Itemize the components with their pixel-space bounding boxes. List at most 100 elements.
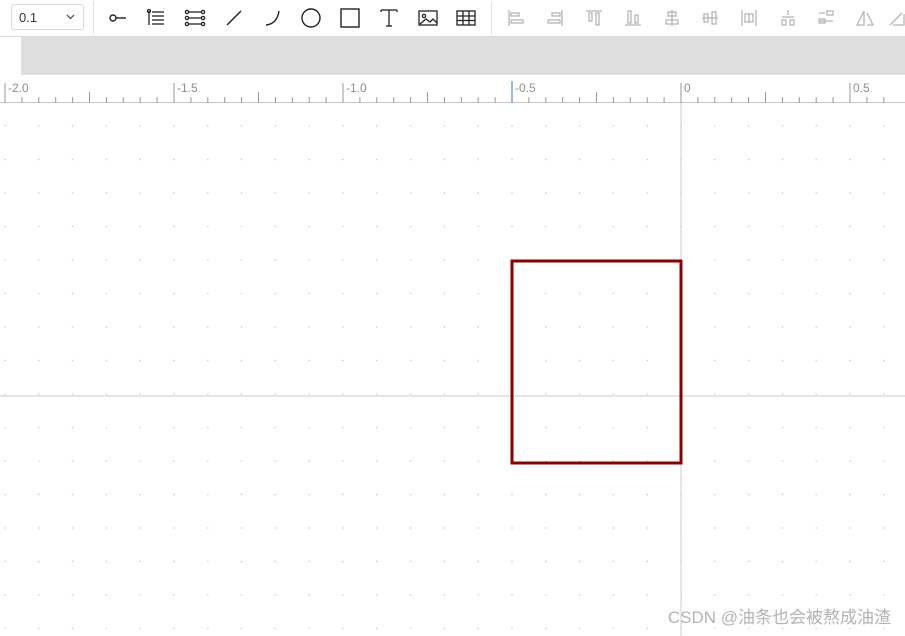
active-tab[interactable] [0,37,21,75]
grid-dot [375,527,378,529]
rectangle-tool[interactable] [335,4,365,32]
grid-dot [71,594,74,596]
align-left-tool[interactable] [501,4,531,32]
align-right-icon [547,10,563,26]
grid-dot [342,158,344,161]
grid-dot [781,393,784,395]
grid-dot [815,225,818,228]
image-tool[interactable] [413,4,443,32]
flip-vertical-tool[interactable] [882,4,905,32]
grid-dot [443,292,446,295]
connector-point-tool[interactable] [103,4,133,32]
grid-dot [646,158,649,161]
grid-dot [342,259,344,261]
text-icon [380,9,398,27]
grid-dot [612,560,615,563]
grid-dot [781,359,784,362]
grid-dot [37,393,40,395]
grid-dot [173,426,175,429]
grid-dot [713,426,716,429]
grid-dot [240,125,243,127]
list-tree-double-tool[interactable] [180,4,210,32]
align-bottom-tool[interactable] [618,4,648,32]
grid-dot [544,527,547,529]
grid-dot [815,158,818,161]
align-center-horizontal-tool[interactable] [657,4,687,32]
grid-dot [37,192,40,194]
grid-dot [815,393,818,395]
grid-dot [849,560,851,563]
distribute-horizontal-tool[interactable] [734,4,764,32]
grid-dot [747,225,750,228]
grid-dot [375,225,378,228]
grid-dot [105,125,108,127]
grid-dot [849,460,851,462]
grid-dot [747,594,750,596]
grid-dot [544,560,547,563]
grid-dot [713,292,716,295]
grid-dot [409,627,412,630]
grid-dot [849,493,851,496]
grid-dot [105,158,108,161]
grid-dot [849,359,851,362]
text-tool[interactable] [374,4,404,32]
grid-dot [206,158,209,161]
grid-dot [781,259,784,261]
grid-dot [206,560,209,563]
grid-dot [477,493,480,496]
grid-dot [308,493,311,496]
zoom-select[interactable]: 0.1 [11,4,84,30]
grid-dot [882,359,885,362]
grid-dot [578,493,581,496]
grid-dot [578,393,581,395]
arc-tool[interactable] [258,4,288,32]
grid-dot [173,594,175,596]
grid-dot [511,192,513,194]
grid-dot [139,560,142,563]
line-tool[interactable] [219,4,249,32]
grid-dot [477,292,480,295]
horizontal-ruler: -2.0 -1.5 -1.0 -0.5 0 0.5 [0,75,905,103]
grid-dot [105,493,108,496]
list-tree-icon [146,8,164,25]
grid-dot [612,192,615,194]
grid-dot [544,493,547,496]
table-tool[interactable] [451,4,481,32]
grid-dot [409,527,412,529]
grid-dot [105,527,108,529]
align-right-tool[interactable] [540,4,570,32]
circle-tool[interactable] [296,4,326,32]
align-top-tool[interactable] [579,4,609,32]
list-tree-tool[interactable] [141,4,171,32]
grid-dot [4,292,6,295]
grid-dot [37,158,40,161]
grid-dot [477,594,480,596]
grid-dot [713,192,716,194]
grid-dot [375,627,378,630]
grid-dot [37,259,40,261]
grid-dot [173,627,175,630]
flip-horizontal-tool[interactable] [850,4,880,32]
distribute-vertical-tool[interactable] [773,4,803,32]
arc-icon [265,10,280,26]
grid-dot [173,527,175,529]
grid-dot [240,426,243,429]
rectangle-shape[interactable] [510,259,683,465]
grid-dot [342,326,344,328]
grid-dot [274,259,277,261]
grid-dot [139,326,142,328]
grid-dot [646,426,649,429]
grid-dot [37,359,40,362]
grid-dot [443,594,446,596]
grid-dot [240,158,243,161]
grid-dot [206,259,209,261]
drawing-canvas[interactable] [0,103,905,636]
grid-dot [646,225,649,228]
grid-dot [71,125,74,127]
grid-dot [443,192,446,194]
grid-dot [882,192,885,194]
grid-dot [477,326,480,328]
distribute-center-tool[interactable] [811,4,841,32]
align-center-vertical-tool[interactable] [695,4,725,32]
grid-dot [781,594,784,596]
